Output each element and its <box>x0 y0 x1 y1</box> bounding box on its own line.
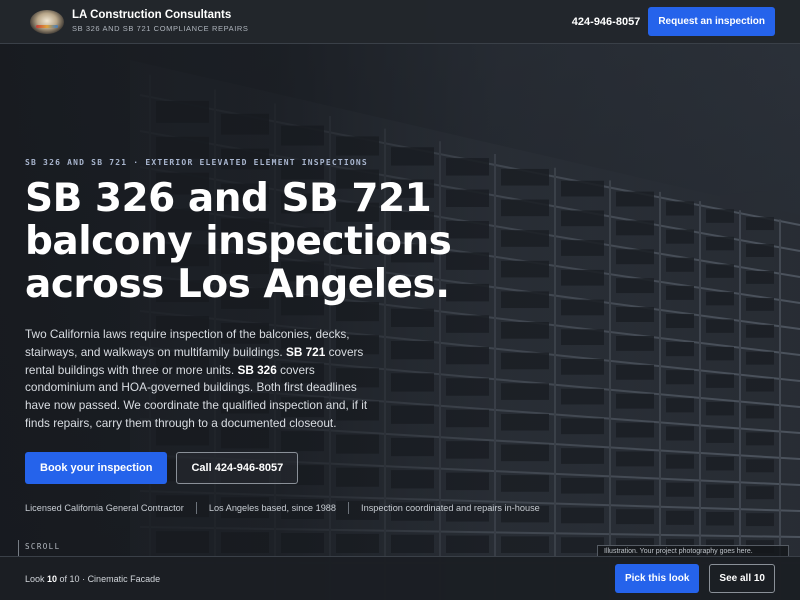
site-header: LA Construction Consultants SB 326 AND S… <box>0 0 800 44</box>
hero-cta-row: Book your inspection Call 424-946-8057 <box>25 451 585 484</box>
brand-name: LA Construction Consultants <box>72 9 232 21</box>
trust-divider <box>348 501 350 514</box>
pick-look-button[interactable]: Pick this look <box>614 564 700 593</box>
request-inspection-button[interactable]: Request an inspection <box>648 7 775 36</box>
hero-lede: Two California laws require inspection o… <box>25 326 380 433</box>
trust-item-license: Licensed California General Contractor <box>25 502 184 513</box>
lede-sb721: SB 721 <box>285 344 326 359</box>
trust-item-location: Los Angeles based, since 1988 <box>208 502 337 513</box>
lede-sb326: SB 326 <box>237 362 277 377</box>
trust-badges: Licensed California General Contractor L… <box>25 501 585 514</box>
scroll-indicator[interactable]: SCROLL <box>18 540 61 556</box>
look-suffix: of 10 · Cinematic Facade <box>57 573 161 584</box>
header-actions: 424-946-8057 Request an inspection <box>572 7 775 36</box>
trust-divider <box>195 501 197 514</box>
see-all-looks-button[interactable]: See all 10 <box>709 564 775 593</box>
look-selector-bar: Look 10 of 10 · Cinematic Facade Pick th… <box>0 556 800 600</box>
hero-content: SB 326 AND SB 721 · EXTERIOR ELEVATED EL… <box>25 158 585 514</box>
hero-eyebrow: SB 326 AND SB 721 · EXTERIOR ELEVATED EL… <box>25 158 368 167</box>
hero-headline: SB 326 and SB 721 balcony inspections ac… <box>25 176 452 307</box>
brand-block[interactable]: LA Construction Consultants SB 326 AND S… <box>72 8 249 35</box>
company-logo-icon[interactable] <box>30 9 64 34</box>
book-inspection-button[interactable]: Book your inspection <box>25 451 168 484</box>
header-phone-link[interactable]: 424-946-8057 <box>572 16 641 28</box>
brand-subtitle: SB 326 AND SB 721 COMPLIANCE REPAIRS <box>72 24 249 33</box>
look-current: 10 <box>47 573 58 584</box>
look-actions: Pick this look See all 10 <box>614 564 775 593</box>
look-counter: Look 10 of 10 · Cinematic Facade <box>25 574 160 584</box>
look-prefix: Look <box>25 573 48 584</box>
call-phone-button[interactable]: Call 424-946-8057 <box>176 451 299 484</box>
trust-item-inhouse: Inspection coordinated and repairs in-ho… <box>361 502 540 513</box>
